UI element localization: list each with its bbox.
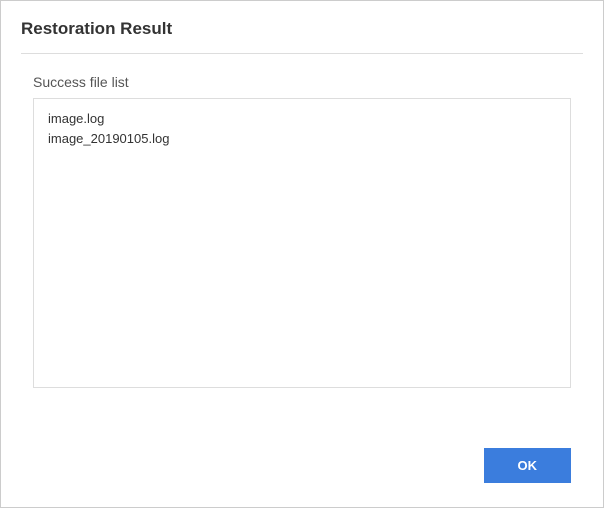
success-file-list-label: Success file list bbox=[21, 74, 583, 90]
success-file-list: image.log image_20190105.log bbox=[33, 98, 571, 388]
dialog-title: Restoration Result bbox=[21, 19, 583, 54]
restoration-result-dialog: Restoration Result Success file list ima… bbox=[0, 0, 604, 508]
list-item: image.log bbox=[48, 109, 556, 129]
list-item: image_20190105.log bbox=[48, 129, 556, 149]
ok-button[interactable]: OK bbox=[484, 448, 572, 483]
button-row: OK bbox=[21, 448, 583, 489]
